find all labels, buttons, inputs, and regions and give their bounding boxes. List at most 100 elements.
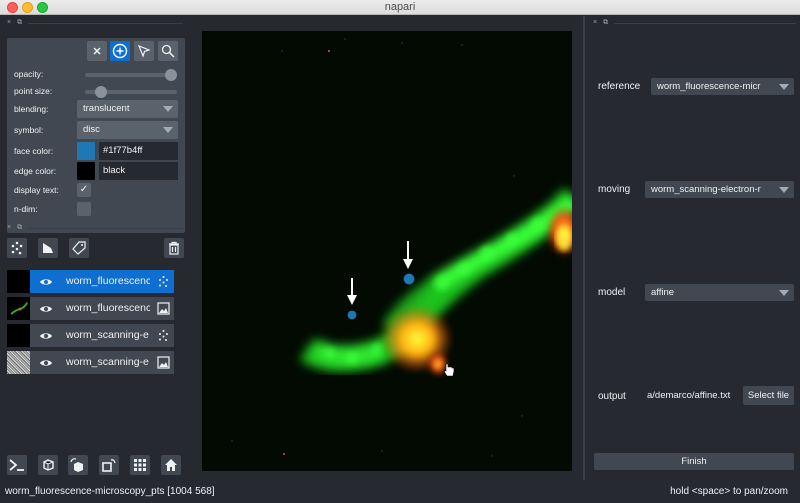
layer-name[interactable]: worm_scanning-e — [66, 329, 150, 341]
layer-item-body[interactable]: worm_scanning-e — [30, 351, 174, 374]
layer-controls-panel: opacity: point size: blending: transluce… — [7, 38, 185, 233]
layer-item[interactable]: worm_fluorescenc — [7, 297, 174, 320]
moving-dropdown[interactable]: worm_scanning-electron-r — [645, 181, 794, 198]
layer-item-body[interactable]: worm_fluorescenc — [30, 297, 174, 320]
grid-view-button[interactable] — [130, 455, 150, 475]
grid-icon — [134, 459, 146, 471]
status-help: hold <space> to pan/zoom — [670, 486, 788, 497]
output-label: output — [598, 391, 626, 402]
point-marker[interactable] — [403, 273, 415, 285]
eye-icon[interactable] — [39, 275, 53, 289]
symbol-dropdown[interactable]: disc — [77, 121, 178, 139]
layer-list-dock-handle: × ⧉ — [7, 223, 183, 233]
select-points-button[interactable] — [134, 41, 154, 61]
layer-item[interactable]: worm_scanning-e — [7, 324, 174, 347]
transpose-icon — [102, 459, 116, 472]
opacity-slider[interactable] — [85, 69, 177, 81]
transpose-dims-button[interactable] — [99, 455, 119, 475]
output-path-input[interactable]: a/demarco/affine.txt — [645, 387, 739, 404]
face-color-label: face color: — [14, 146, 54, 156]
layer-item[interactable]: worm_fluorescenc — [7, 270, 174, 293]
blending-dropdown[interactable]: translucent — [77, 100, 178, 118]
annotation-arrow — [403, 241, 413, 269]
layer-controls-dock-handle: × ⧉ — [7, 18, 183, 28]
dock-close-icon[interactable]: × — [593, 18, 597, 28]
registration-dock: × ⧉ reference worm_fluorescence-micr mov… — [583, 16, 800, 480]
finish-button[interactable]: Finish — [594, 453, 794, 470]
edge-color-input[interactable]: black — [99, 162, 178, 180]
point-size-slider-handle[interactable] — [94, 86, 107, 98]
layer-item-body[interactable]: worm_fluorescenc — [30, 270, 174, 293]
layer-item-body[interactable]: worm_scanning-e — [30, 324, 174, 347]
labels-tag-icon — [72, 241, 86, 255]
delete-layer-button[interactable] — [164, 238, 184, 258]
roll-dims-button[interactable] — [68, 455, 88, 475]
chevron-down-icon — [779, 187, 789, 193]
edge-color-swatch[interactable] — [77, 162, 95, 180]
symbol-label: symbol: — [14, 125, 44, 135]
delete-points-button[interactable] — [87, 41, 107, 61]
moving-value: worm_scanning-electron-r — [651, 184, 761, 195]
eye-icon[interactable] — [39, 356, 53, 370]
display-text-label: display text: — [14, 185, 59, 195]
reset-view-button[interactable] — [161, 455, 181, 475]
layer-item[interactable]: worm_scanning-e — [7, 351, 174, 374]
new-labels-layer-button[interactable] — [69, 238, 89, 258]
face-color-swatch[interactable] — [77, 142, 95, 160]
dock-close-icon[interactable]: × — [7, 18, 11, 28]
dock-close-icon[interactable]: × — [7, 223, 11, 233]
image-layer-icon — [157, 356, 170, 369]
select-file-button[interactable]: Select file — [743, 386, 794, 405]
roll-icon — [70, 458, 83, 472]
cube-3d-icon — [43, 459, 54, 471]
status-message: worm_fluorescence-microscopy_pts [1004 5… — [5, 486, 215, 497]
layer-name[interactable]: worm_fluorescenc — [66, 275, 150, 287]
viewer-canvas[interactable] — [202, 31, 572, 471]
window-title: napari — [384, 1, 416, 13]
add-points-button[interactable] — [110, 41, 130, 61]
new-points-layer-button[interactable] — [7, 238, 27, 258]
n-dim-label: n-dim: — [14, 204, 38, 214]
ndisplay-button[interactable] — [38, 455, 58, 475]
dock-float-icon[interactable]: ⧉ — [603, 18, 608, 28]
model-value: affine — [651, 287, 675, 298]
layer-thumbnail — [7, 351, 30, 374]
layer-name[interactable]: worm_fluorescenc — [66, 302, 150, 314]
home-icon — [165, 459, 177, 471]
console-button[interactable] — [7, 455, 27, 475]
dock-float-icon[interactable]: ⧉ — [17, 223, 22, 233]
registration-dock-handle: × ⧉ — [593, 18, 796, 28]
face-color-input[interactable]: #1f77b4ff — [99, 142, 178, 160]
chevron-down-icon — [163, 127, 173, 133]
n-dim-checkbox[interactable] — [77, 202, 91, 216]
checkmark-icon: ✓ — [79, 184, 89, 195]
points-icon — [11, 241, 23, 255]
layer-thumbnail — [7, 324, 30, 347]
new-shapes-layer-button[interactable] — [38, 238, 58, 258]
blending-label: blending: — [14, 104, 49, 114]
window-titlebar: napari — [0, 0, 800, 15]
close-icon — [93, 47, 101, 55]
points-layer-icon — [159, 330, 168, 341]
eye-icon[interactable] — [39, 329, 53, 343]
opacity-slider-handle[interactable] — [165, 69, 177, 81]
chevron-down-icon — [779, 290, 789, 296]
chevron-down-icon — [779, 84, 789, 90]
hand-cursor-icon — [443, 363, 455, 377]
blending-value: translucent — [83, 103, 130, 114]
dock-float-icon[interactable]: ⧉ — [17, 18, 22, 28]
point-marker[interactable] — [347, 310, 357, 320]
layer-name[interactable]: worm_scanning-e — [66, 356, 150, 368]
layer-thumbnail — [7, 297, 30, 320]
display-text-checkbox[interactable]: ✓ — [77, 183, 91, 197]
eye-icon[interactable] — [39, 302, 53, 316]
points-overlay — [347, 241, 455, 377]
reference-dropdown[interactable]: worm_fluorescence-micr — [651, 78, 794, 95]
model-dropdown[interactable]: affine — [645, 284, 794, 301]
point-size-slider[interactable] — [85, 86, 177, 98]
trash-icon — [169, 241, 179, 255]
point-size-label: point size: — [14, 86, 53, 96]
reference-label: reference — [598, 81, 641, 92]
annotation-arrow — [347, 278, 357, 305]
pan-zoom-button[interactable] — [158, 41, 178, 61]
